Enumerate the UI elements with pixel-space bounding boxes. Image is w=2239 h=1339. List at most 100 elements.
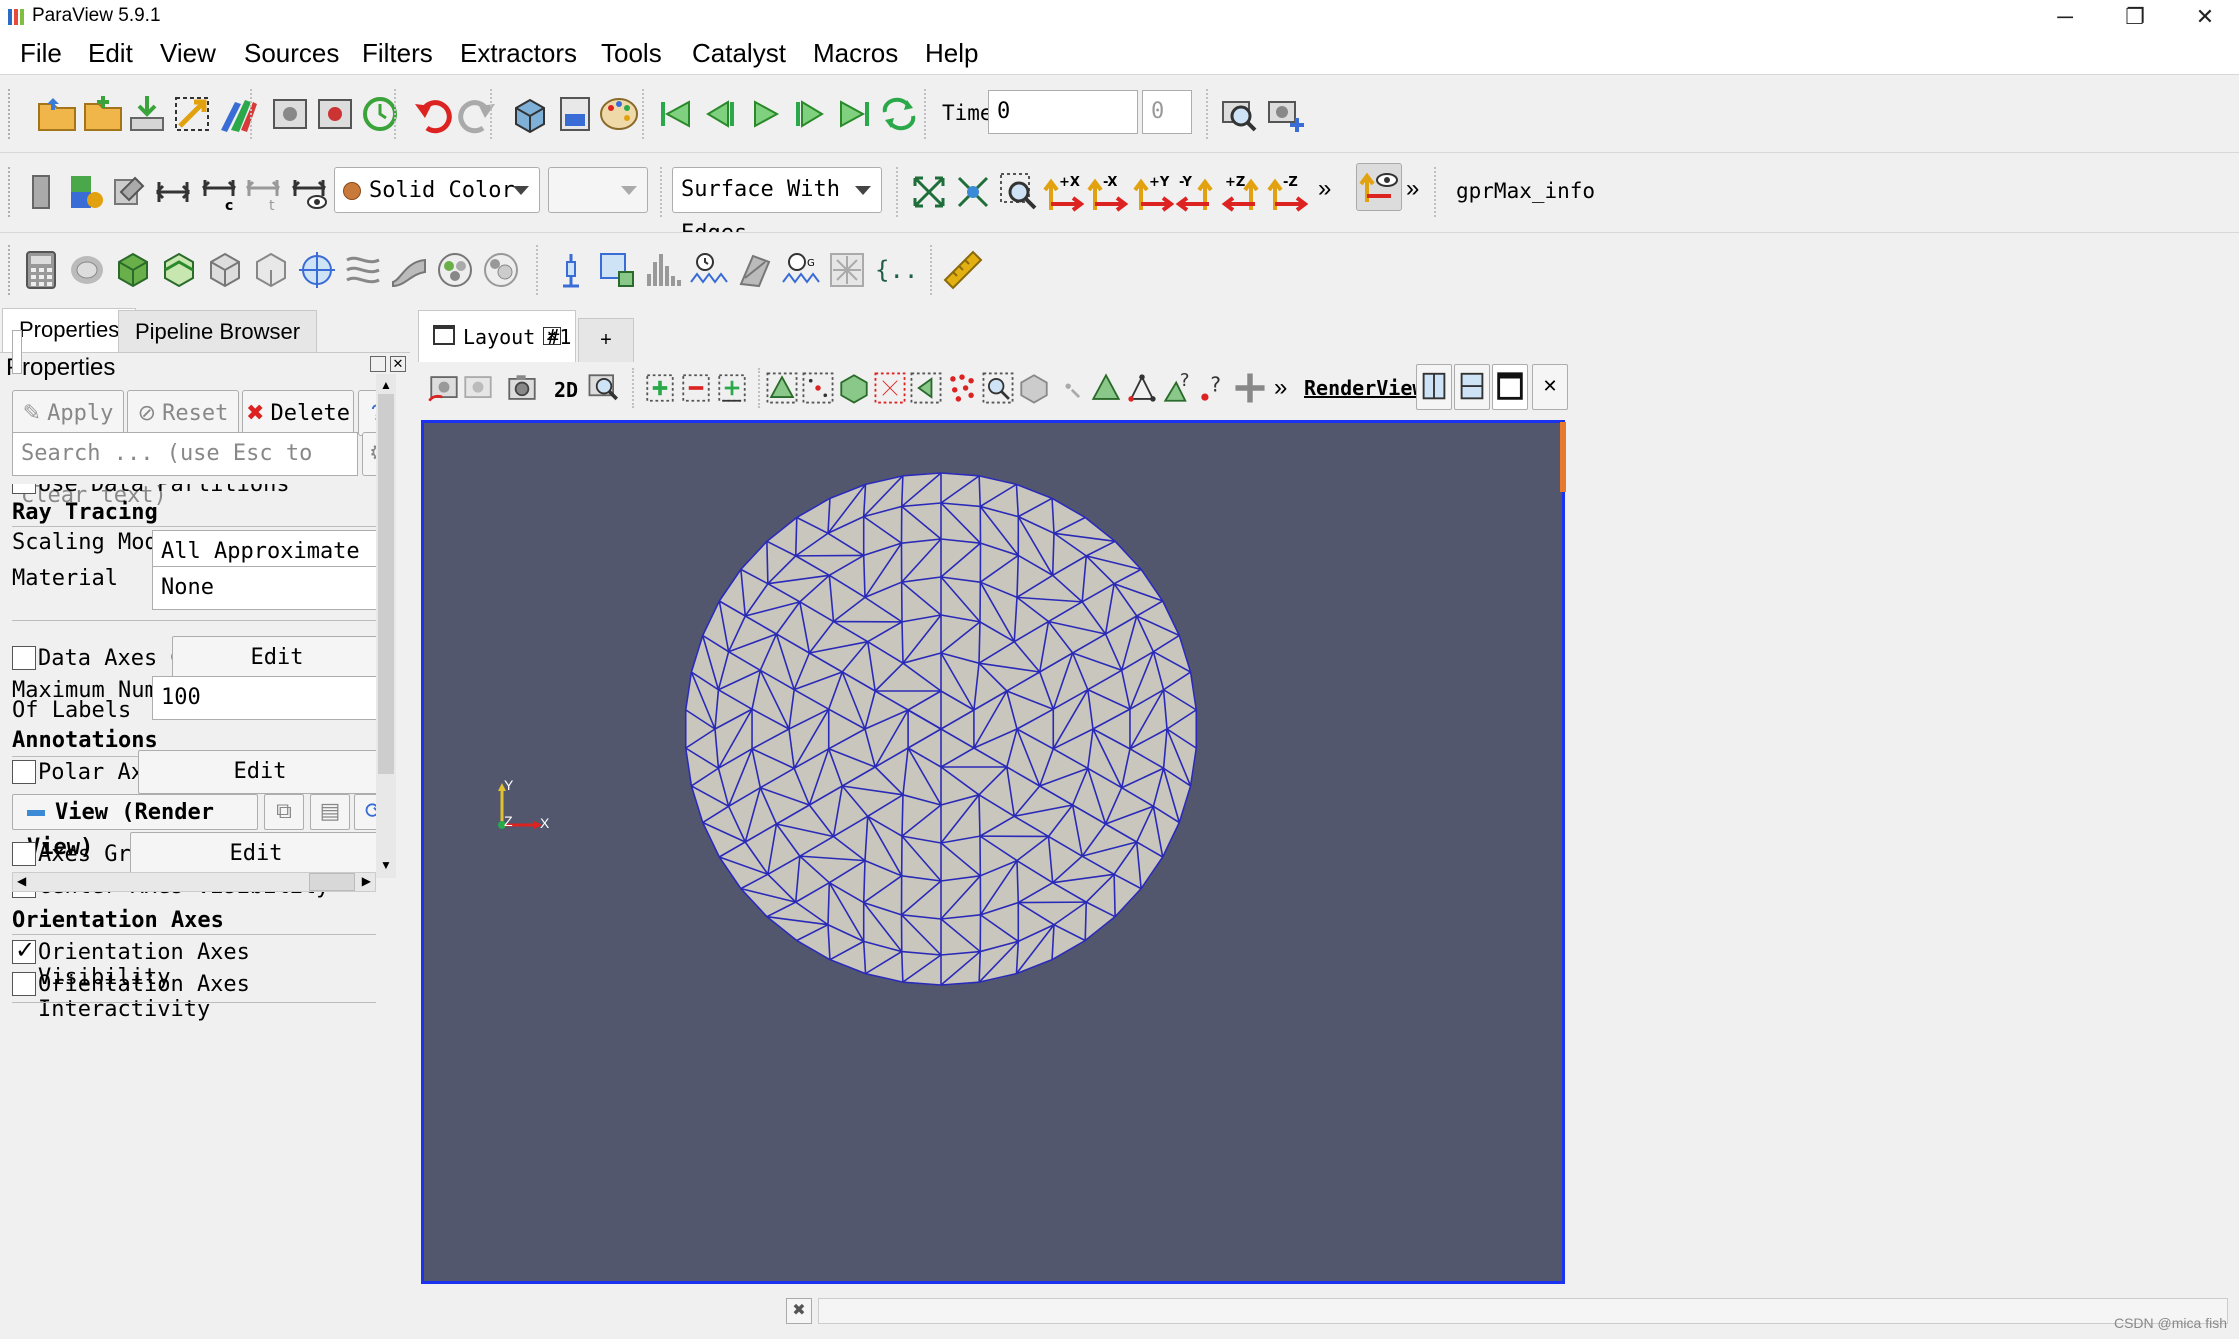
component-combobox[interactable] bbox=[548, 167, 648, 213]
toolbar-grip[interactable] bbox=[8, 167, 14, 217]
slice-icon[interactable] bbox=[154, 245, 204, 295]
plot-data-over-time-icon[interactable] bbox=[684, 245, 734, 295]
stream-tracer-icon[interactable] bbox=[338, 245, 388, 295]
h-scrollbar-thumb[interactable] bbox=[309, 873, 355, 891]
select-cells-on-icon[interactable] bbox=[640, 366, 680, 410]
rescale-temporal-icon[interactable]: t bbox=[238, 167, 288, 217]
menu-macros[interactable]: Macros bbox=[813, 38, 898, 69]
reset-button[interactable]: ⊘ Reset bbox=[127, 390, 239, 436]
extract-selection-icon[interactable] bbox=[1086, 366, 1126, 410]
dock-splitter[interactable] bbox=[410, 308, 418, 1288]
scroll-right-icon[interactable]: ▶ bbox=[362, 874, 371, 888]
copy-icon[interactable]: ⧉ bbox=[264, 794, 304, 830]
axes-grid-checkbox[interactable] bbox=[12, 842, 36, 866]
capture-redo-icon[interactable] bbox=[458, 366, 498, 410]
view-toolbar-overflow-chevron[interactable]: » bbox=[1274, 374, 1287, 402]
tab-properties[interactable]: Properties bbox=[2, 308, 137, 352]
extract-subset-icon[interactable] bbox=[246, 245, 296, 295]
toggle-2d-3d-button[interactable]: 2D bbox=[554, 378, 578, 402]
palette-icon[interactable] bbox=[594, 89, 644, 139]
toolbar-grip[interactable] bbox=[8, 245, 14, 295]
rescale-visible-icon[interactable] bbox=[284, 167, 334, 217]
scroll-left-icon[interactable]: ◀ bbox=[17, 874, 26, 888]
use-data-partitions-checkbox[interactable] bbox=[12, 484, 36, 494]
interactive-select-points-icon[interactable] bbox=[906, 366, 946, 410]
axes-grid-edit-button[interactable]: Edit bbox=[130, 832, 376, 876]
reset-session-icon[interactable] bbox=[355, 89, 405, 139]
coloring-combobox[interactable]: Solid Color bbox=[334, 167, 540, 213]
toggle-visibility-icon[interactable] bbox=[16, 167, 66, 217]
status-close-icon[interactable]: ✖ bbox=[786, 1298, 812, 1324]
gprmax-info-button[interactable]: gprMax_info bbox=[1456, 179, 1595, 203]
ruler-icon[interactable] bbox=[938, 245, 988, 295]
menu-sources[interactable]: Sources bbox=[244, 38, 339, 69]
refresh-icon[interactable]: ⟳ bbox=[354, 794, 376, 830]
toolbar-overflow-chevron[interactable]: » bbox=[1318, 175, 1331, 203]
zoom-icon[interactable] bbox=[1214, 89, 1264, 139]
select-blocks-icon[interactable] bbox=[834, 366, 874, 410]
zoom-to-box-view-icon[interactable] bbox=[584, 366, 624, 410]
play-icon[interactable] bbox=[740, 89, 790, 139]
connect-icon[interactable] bbox=[167, 89, 217, 139]
set-view-plus-x-icon[interactable]: +X bbox=[1038, 167, 1088, 217]
representation-combobox[interactable]: Surface With Edges bbox=[672, 167, 882, 246]
edit-color-map-icon[interactable] bbox=[104, 167, 154, 217]
split-horizontal-icon[interactable] bbox=[1416, 364, 1452, 410]
plot-selection-icon[interactable] bbox=[1122, 366, 1162, 410]
data-axes-grid-checkbox[interactable] bbox=[12, 646, 36, 670]
glyph-icon[interactable] bbox=[292, 245, 342, 295]
find-data-icon[interactable] bbox=[505, 89, 555, 139]
plot-global-variables-icon[interactable]: G bbox=[776, 245, 826, 295]
contour-icon[interactable] bbox=[62, 245, 112, 295]
interaction-mode-button[interactable] bbox=[1356, 163, 1402, 211]
menu-catalyst[interactable]: Catalyst bbox=[692, 38, 786, 69]
delete-button[interactable]: ✖ Delete bbox=[242, 390, 354, 436]
set-view-minus-x-icon[interactable]: -X bbox=[1082, 167, 1132, 217]
last-frame-icon[interactable] bbox=[830, 89, 880, 139]
save-data-icon[interactable] bbox=[122, 89, 172, 139]
first-frame-icon[interactable] bbox=[650, 89, 700, 139]
screenshot-add-icon[interactable] bbox=[1260, 89, 1310, 139]
undo-camera-icon[interactable] bbox=[265, 89, 315, 139]
select-points-through-icon[interactable] bbox=[762, 366, 802, 410]
hover-cells-icon[interactable] bbox=[978, 366, 1018, 410]
clear-selection-icon[interactable] bbox=[1230, 366, 1270, 410]
query-points-icon[interactable]: ? bbox=[1194, 366, 1234, 410]
menu-extractors[interactable]: Extractors bbox=[460, 38, 577, 69]
close-view-icon[interactable]: ✕ bbox=[1532, 364, 1568, 410]
scroll-up-icon[interactable]: ▲ bbox=[380, 378, 392, 392]
set-view-plus-z-icon[interactable]: +Z bbox=[1218, 167, 1268, 217]
threshold-icon[interactable] bbox=[200, 245, 250, 295]
time-input[interactable]: 0 bbox=[988, 90, 1138, 134]
open-folder-icon[interactable] bbox=[78, 89, 128, 139]
select-polygon-cells-icon[interactable] bbox=[798, 366, 838, 410]
tab-pipeline-browser[interactable]: Pipeline Browser bbox=[118, 310, 318, 354]
open-icon[interactable] bbox=[32, 89, 82, 139]
menu-file[interactable]: File bbox=[20, 38, 62, 69]
hover-points-icon[interactable] bbox=[942, 366, 982, 410]
polar-axes-checkbox[interactable] bbox=[12, 760, 36, 784]
redo-camera-icon[interactable] bbox=[310, 89, 360, 139]
float-panel-icon[interactable] bbox=[370, 356, 386, 372]
menu-help[interactable]: Help bbox=[925, 38, 978, 69]
warp-by-vector-icon[interactable] bbox=[384, 245, 434, 295]
screenshot-icon[interactable] bbox=[502, 366, 542, 410]
color-map-editor-icon[interactable] bbox=[550, 89, 600, 139]
select-cells-through-icon[interactable] bbox=[712, 366, 752, 410]
scrollbar-thumb[interactable] bbox=[378, 394, 394, 774]
toolbar-overflow-chevron-2[interactable]: » bbox=[1406, 175, 1419, 203]
horizontal-scrollbar[interactable]: ◀ ▶ bbox=[12, 872, 376, 892]
shrink-selection-icon[interactable] bbox=[1050, 366, 1090, 410]
close-button[interactable]: ✕ bbox=[2170, 0, 2239, 34]
render-view[interactable]: Y Z X bbox=[421, 420, 1565, 1284]
apply-button[interactable]: ✎ Apply bbox=[12, 390, 124, 436]
extract-level-icon[interactable] bbox=[476, 245, 526, 295]
calculator-icon[interactable] bbox=[16, 245, 66, 295]
max-labels-input[interactable]: 100 bbox=[152, 676, 376, 720]
time-index-spinbox[interactable]: 0 bbox=[1142, 90, 1192, 134]
query-cells-icon[interactable]: ? bbox=[1158, 366, 1198, 410]
close-panel-icon[interactable]: ✕ bbox=[390, 356, 406, 372]
split-vertical-icon[interactable] bbox=[1454, 364, 1490, 410]
grow-selection-icon[interactable] bbox=[1014, 366, 1054, 410]
menu-tools[interactable]: Tools bbox=[601, 38, 662, 69]
